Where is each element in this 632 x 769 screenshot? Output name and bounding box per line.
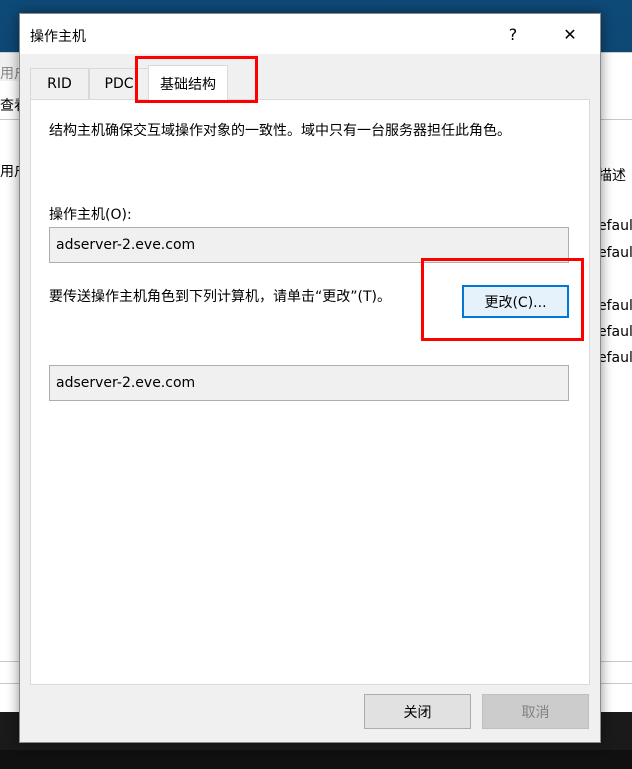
target-computer-value: adserver-2.eve.com xyxy=(56,375,196,391)
bg-cell: efaul xyxy=(598,350,632,366)
bg-cell: efaul xyxy=(598,298,632,314)
tab-pdc[interactable]: PDC xyxy=(89,68,149,99)
cancel-button: 取消 xyxy=(482,694,589,729)
close-button-label: 关闭 xyxy=(403,704,432,721)
current-owner-field[interactable]: adserver-2.eve.com xyxy=(49,227,569,263)
dialog-title: 操作主机 xyxy=(30,29,86,45)
tab-label: 基础结构 xyxy=(160,77,216,93)
current-owner-value: adserver-2.eve.com xyxy=(56,237,196,253)
close-icon: ✕ xyxy=(563,24,577,44)
help-icon: ? xyxy=(508,24,518,44)
tab-panel-infrastructure: 结构主机确保交互域操作对象的一致性。域中只有一台服务器担任此角色。 操作主机(O… xyxy=(30,99,590,685)
tab-infrastructure[interactable]: 基础结构 xyxy=(148,65,228,102)
title-bar[interactable]: 操作主机 ? ✕ xyxy=(20,14,600,54)
transfer-instructions: 要传送操作主机角色到下列计算机，请单击“更改”(T)。 xyxy=(49,289,391,305)
bg-cell: efaul xyxy=(598,245,632,261)
role-description: 结构主机确保交互域操作对象的一致性。域中只有一台服务器担任此角色。 xyxy=(49,123,511,139)
bg-cell: efaul xyxy=(598,218,632,234)
close-button[interactable]: 关闭 xyxy=(364,694,471,729)
tab-label: PDC xyxy=(104,76,134,92)
change-button-label: 更改(C)... xyxy=(484,294,547,311)
title-close-button[interactable]: ✕ xyxy=(547,14,593,54)
target-computer-field[interactable]: adserver-2.eve.com xyxy=(49,365,569,401)
change-button[interactable]: 更改(C)... xyxy=(462,285,569,318)
help-button[interactable]: ? xyxy=(490,14,536,54)
tab-rid[interactable]: RID xyxy=(30,68,89,99)
owner-label: 操作主机(O): xyxy=(49,207,132,223)
cancel-button-label: 取消 xyxy=(521,704,550,721)
operations-master-dialog: 操作主机 ? ✕ RID PDC 基础结构 结构主机确保交互域操作对象的一致性。… xyxy=(19,13,601,743)
tab-label: RID xyxy=(47,76,72,92)
bg-cell: efaul xyxy=(598,324,632,340)
bg-description-column: 描述 xyxy=(598,168,626,184)
